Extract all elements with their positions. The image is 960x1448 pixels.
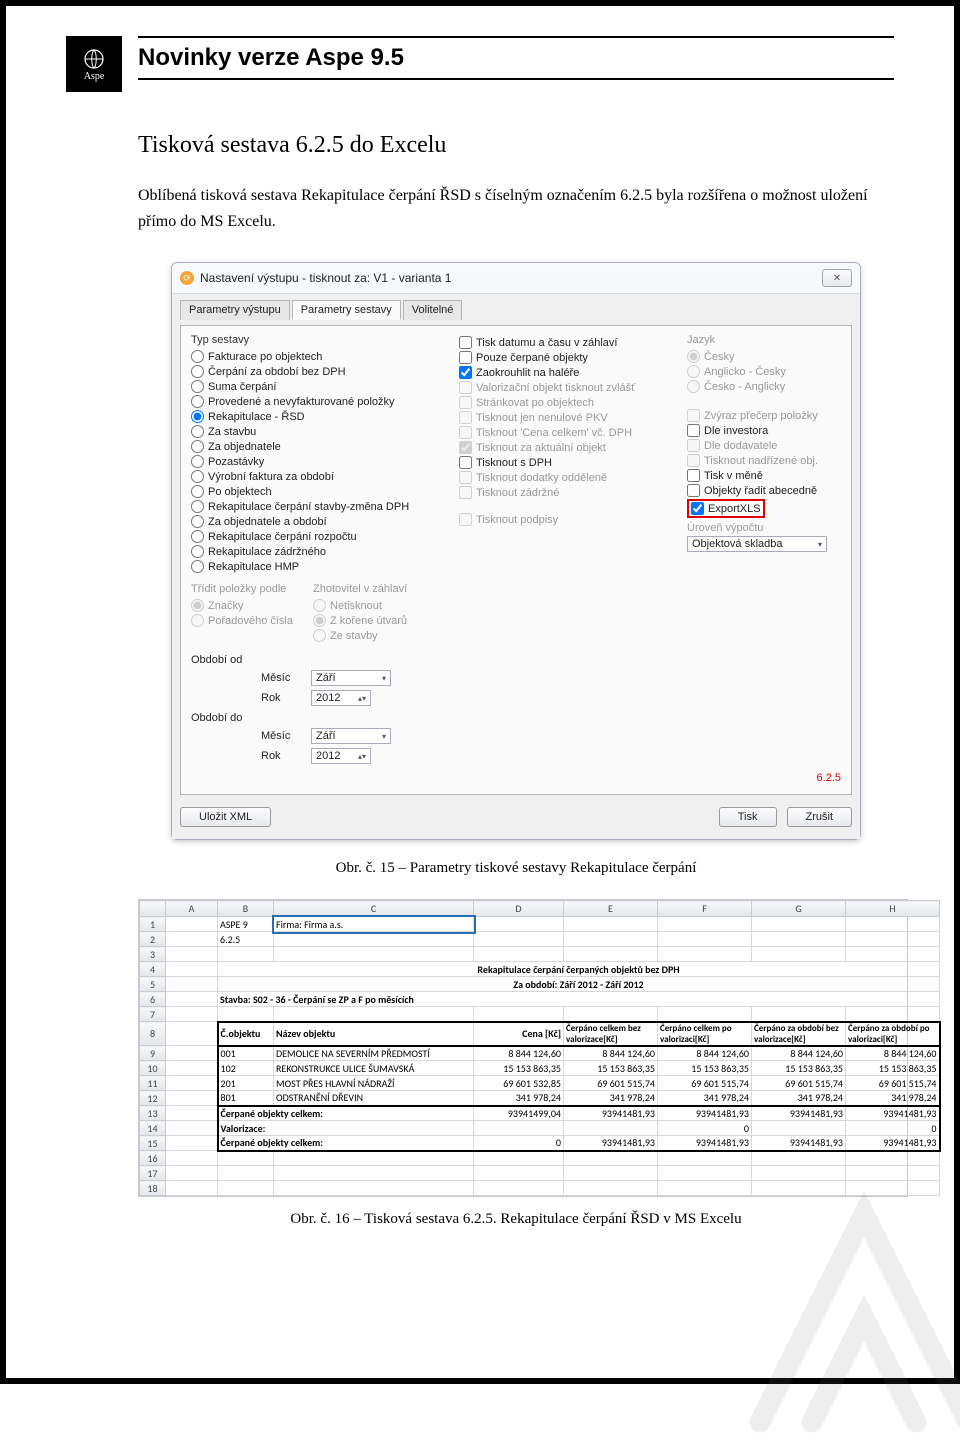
sort-radio: Značky xyxy=(191,599,293,612)
excel-screenshot: ABCDEFGH1ASPE 9Firma: Firma a.s.26.2.534… xyxy=(138,899,908,1197)
version-label: 6.2.5 xyxy=(191,772,841,784)
aspe-logo: Aspe xyxy=(66,36,122,92)
typ-sestavy-radio[interactable]: Rekapitulace zádržného xyxy=(191,545,441,558)
dialog-icon: ⟳ xyxy=(180,271,194,285)
chevron-down-icon: ▾ xyxy=(382,674,386,683)
export-xls-checkbox[interactable]: ExportXLS xyxy=(687,499,841,518)
typ-sestavy-radio[interactable]: Za objednatele a období xyxy=(191,515,441,528)
jazyk-label: Jazyk xyxy=(687,334,841,346)
aspe-globe-icon xyxy=(80,47,108,71)
option-checkbox[interactable]: Objekty řadit abecedně xyxy=(687,484,841,497)
zhot-radio: Netisknout xyxy=(313,599,407,612)
rok-label-2: Rok xyxy=(261,750,301,762)
sort-radio: Pořadového čísla xyxy=(191,614,293,627)
option-checkbox[interactable]: Pouze čerpané objekty xyxy=(459,351,669,364)
rok-do-spinner[interactable]: 2012▴▾ xyxy=(311,748,371,764)
typ-sestavy-radio[interactable]: Rekapitulace HMP xyxy=(191,560,441,573)
typ-sestavy-radio[interactable]: Rekapitulace čerpání stavby-změna DPH xyxy=(191,500,441,513)
typ-sestavy-radio[interactable]: Fakturace po objektech xyxy=(191,350,441,363)
spinner-icon: ▴▾ xyxy=(358,752,366,761)
typ-sestavy-radio[interactable]: Rekapitulace - ŘSD xyxy=(191,410,441,423)
mesic-label-2: Měsíc xyxy=(261,730,301,742)
option-checkbox[interactable]: Tisknout s DPH xyxy=(459,456,669,469)
typ-sestavy-radio[interactable]: Po objektech xyxy=(191,485,441,498)
option-checkbox: Tisknout nadřízené obj. xyxy=(687,454,841,467)
jazyk-radio: Česko - Anglicky xyxy=(687,380,841,393)
dialog-tabs: Parametry výstupu Parametry sestavy Voli… xyxy=(180,300,852,320)
close-button[interactable]: ✕ xyxy=(822,269,852,287)
zhot-radio: Ze stavby xyxy=(313,629,407,642)
jazyk-radio: Anglicko - Česky xyxy=(687,365,841,378)
settings-dialog: ⟳ Nastavení výstupu - tisknout za: V1 - … xyxy=(171,262,861,840)
typ-sestavy-radio[interactable]: Pozastávky xyxy=(191,455,441,468)
section-body: Oblíbená tisková sestava Rekapitulace če… xyxy=(138,183,894,234)
option-checkbox[interactable]: Zaokrouhlit na haléře xyxy=(459,366,669,379)
typ-sestavy-radio[interactable]: Rekapitulace čerpání rozpočtu xyxy=(191,530,441,543)
zrusit-button[interactable]: Zrušit xyxy=(787,807,853,827)
tisk-button[interactable]: Tisk xyxy=(719,807,777,827)
typ-sestavy-radio[interactable]: Výrobní faktura za období xyxy=(191,470,441,483)
typ-sestavy-radio[interactable]: Za objednatele xyxy=(191,440,441,453)
typ-sestavy-radio[interactable]: Čerpání za období bez DPH xyxy=(191,365,441,378)
chevron-down-icon: ▾ xyxy=(818,540,822,549)
spinner-icon: ▴▾ xyxy=(358,694,366,703)
option-checkbox: Tisknout dodatky odděleně xyxy=(459,471,669,484)
mesic-label: Měsíc xyxy=(261,672,301,684)
option-checkbox: Zvýraz přečerp položky xyxy=(687,409,841,422)
tab-parametry-vystupu[interactable]: Parametry výstupu xyxy=(180,300,290,320)
option-checkbox[interactable]: Dle investora xyxy=(687,424,841,437)
zhot-radio: Z kořene útvarů xyxy=(313,614,407,627)
typ-sestavy-label: Typ sestavy xyxy=(191,334,441,346)
sort-label: Třídit položky podle xyxy=(191,583,293,595)
obdobi-od-label: Období od xyxy=(191,654,441,666)
figure-caption-16: Obr. č. 16 – Tisková sestava 6.2.5. Reka… xyxy=(138,1211,894,1228)
option-checkbox: Tisknout 'Cena celkem' vč. DPH xyxy=(459,426,669,439)
ulozit-xml-button[interactable]: Uložit XML xyxy=(180,807,271,827)
typ-sestavy-radio[interactable]: Provedené a nevyfakturované položky xyxy=(191,395,441,408)
chevron-down-icon: ▾ xyxy=(382,732,386,741)
option-checkbox: Tisknout jen nenulové PKV xyxy=(459,411,669,424)
mesic-od-select[interactable]: Září▾ xyxy=(311,670,391,686)
zhot-label: Zhotovitel v záhlaví xyxy=(313,583,407,595)
jazyk-radio: Česky xyxy=(687,350,841,363)
rok-label: Rok xyxy=(261,692,301,704)
page-title: Novinky verze Aspe 9.5 xyxy=(138,36,894,80)
typ-sestavy-radio[interactable]: Suma čerpání xyxy=(191,380,441,393)
option-checkbox: Stránkovat po objektech xyxy=(459,396,669,409)
uroven-label: Úroveň výpočtu xyxy=(687,522,841,534)
option-checkbox: Valorizační objekt tisknout zvlášť xyxy=(459,381,669,394)
dialog-title: Nastavení výstupu - tisknout za: V1 - va… xyxy=(200,271,451,285)
tab-parametry-sestavy[interactable]: Parametry sestavy xyxy=(292,300,401,320)
figure-caption-15: Obr. č. 15 – Parametry tiskové sestavy R… xyxy=(138,860,894,877)
option-checkbox: Tisknout za aktuální objekt xyxy=(459,441,669,454)
option-checkbox: Dle dodavatele xyxy=(687,439,841,452)
mesic-do-select[interactable]: Září▾ xyxy=(311,728,391,744)
rok-od-spinner[interactable]: 2012▴▾ xyxy=(311,690,371,706)
typ-sestavy-radio[interactable]: Za stavbu xyxy=(191,425,441,438)
obdobi-do-label: Období do xyxy=(191,712,441,724)
option-checkbox[interactable]: Tisk datumu a času v záhlaví xyxy=(459,336,669,349)
option-checkbox[interactable]: Tisk v měně xyxy=(687,469,841,482)
option-checkbox: Tisknout podpisy xyxy=(459,513,669,526)
tab-volitelne[interactable]: Volitelné xyxy=(403,300,463,320)
option-checkbox: Tisknout zádržné xyxy=(459,486,669,499)
section-title: Tisková sestava 6.2.5 do Excelu xyxy=(138,132,894,159)
uroven-select[interactable]: Objektová skladba▾ xyxy=(687,536,827,552)
logo-text: Aspe xyxy=(84,71,105,82)
